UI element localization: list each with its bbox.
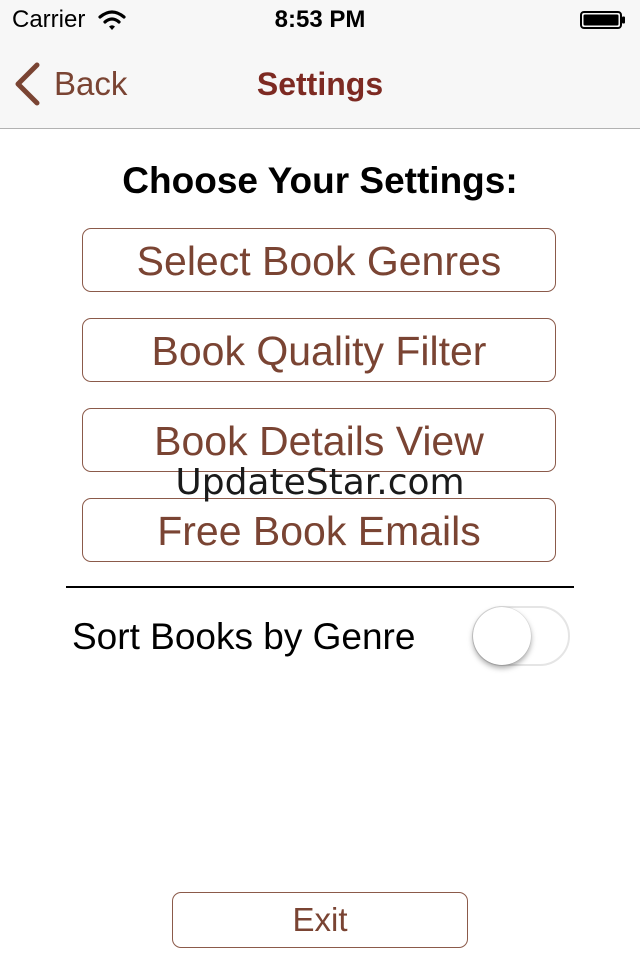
status-time: 8:53 PM — [274, 6, 366, 33]
settings-screen: Carrier 8:53 PM Back Settings Choose You… — [0, 0, 640, 960]
toggle-knob — [473, 607, 531, 665]
exit-button[interactable]: Exit — [172, 892, 468, 948]
book-quality-filter-button[interactable]: Book Quality Filter — [82, 318, 556, 382]
select-book-genres-button[interactable]: Select Book Genres — [82, 228, 556, 292]
page-title: Settings — [256, 66, 384, 102]
sort-by-genre-toggle[interactable] — [472, 606, 570, 666]
navigation-bar: Back Settings — [0, 40, 640, 129]
status-bar: Carrier 8:53 PM — [0, 0, 640, 40]
settings-heading: Choose Your Settings: — [122, 160, 518, 201]
sort-by-genre-label: Sort Books by Genre — [72, 616, 416, 657]
watermark-text: UpdateStar.com — [175, 462, 465, 503]
divider — [66, 586, 574, 588]
battery-icon — [580, 11, 625, 29]
free-book-emails-button[interactable]: Free Book Emails — [82, 498, 556, 562]
